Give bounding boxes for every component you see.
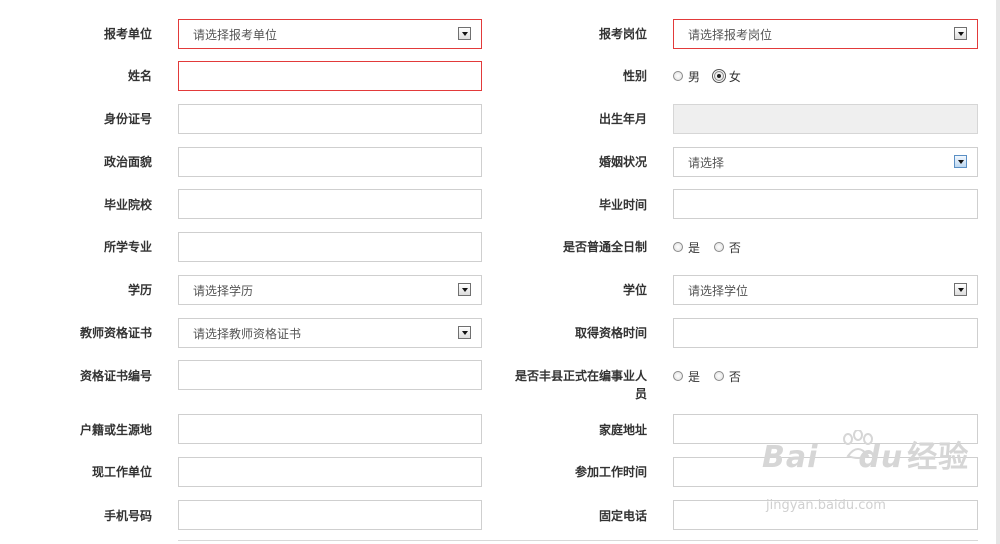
watermark-cn: 经验	[907, 440, 970, 475]
staff-yes-radio[interactable]	[673, 370, 683, 381]
id-number-label: 身份证号	[103, 112, 152, 126]
unit-select-value: 请选择报考单位	[193, 28, 278, 42]
position-label: 报考岗位	[598, 27, 647, 41]
gender-female-label: 女	[728, 69, 741, 84]
address-label: 家庭地址	[598, 423, 647, 437]
mobile-label: 手机号码	[103, 509, 152, 523]
name-label: 姓名	[127, 69, 152, 83]
fulltime-yes-label: 是	[688, 240, 701, 255]
gender-male-radio[interactable]	[673, 70, 683, 81]
grad-time-label: 毕业时间	[598, 198, 647, 212]
unit-label: 报考单位	[103, 27, 152, 41]
baidu-watermark: Bai du 经验 jingyan.baidu.com	[762, 430, 970, 513]
staff-label: 是否丰县正式在编事业人 员	[497, 367, 647, 403]
political-input[interactable]	[178, 147, 482, 177]
staff-label-line2: 员	[634, 387, 647, 401]
mobile-input[interactable]	[178, 500, 482, 530]
workplace-input[interactable]	[178, 457, 482, 487]
hukou-label: 户籍或生源地	[79, 423, 152, 437]
teacher-cert-select-value: 请选择教师资格证书	[193, 327, 302, 341]
chevron-down-icon[interactable]	[954, 155, 967, 168]
marital-select-value: 请选择	[688, 156, 725, 170]
birth-input	[673, 104, 978, 134]
staff-no-radio[interactable]	[713, 370, 724, 381]
chevron-down-icon[interactable]	[954, 27, 967, 40]
education-label: 学历	[127, 283, 152, 297]
position-select[interactable]: 请选择报考岗位	[673, 19, 978, 49]
gender-male-label: 男	[688, 69, 701, 84]
position-select-value: 请选择报考岗位	[688, 28, 773, 42]
chevron-down-icon[interactable]	[458, 326, 471, 339]
unit-select[interactable]: 请选择报考单位	[178, 19, 482, 49]
work-time-label: 参加工作时间	[574, 465, 647, 479]
political-label: 政治面貌	[103, 155, 152, 169]
phone-label: 固定电话	[598, 509, 647, 523]
name-input[interactable]	[178, 61, 482, 91]
scrollbar[interactable]	[996, 0, 1000, 544]
staff-label-line1: 是否丰县正式在编事业人	[514, 369, 647, 383]
staff-radio-group: 是 否	[673, 367, 751, 385]
birth-label: 出生年月	[598, 112, 647, 126]
cert-time-label: 取得资格时间	[574, 326, 647, 340]
fulltime-radio-group: 是 否	[673, 238, 751, 256]
id-number-input[interactable]	[178, 104, 482, 134]
staff-no-label: 否	[728, 369, 741, 384]
gender-radio-group: 男 女	[673, 67, 751, 85]
fulltime-yes-radio[interactable]	[673, 241, 683, 252]
grad-time-input[interactable]	[673, 189, 978, 219]
major-input[interactable]	[178, 232, 482, 262]
cert-no-label: 资格证书编号	[79, 369, 152, 383]
cert-time-input[interactable]	[673, 318, 978, 348]
degree-select-value: 请选择学位	[688, 284, 749, 298]
marital-label: 婚姻状况	[598, 155, 647, 169]
watermark-bai: Bai	[762, 440, 819, 475]
divider	[178, 540, 978, 541]
major-label: 所学专业	[103, 240, 152, 254]
degree-label: 学位	[622, 283, 647, 297]
hukou-input[interactable]	[178, 414, 482, 444]
workplace-label: 现工作单位	[91, 465, 152, 479]
paw-icon	[843, 430, 873, 459]
gender-label: 性别	[622, 69, 647, 83]
watermark-url: jingyan.baidu.com	[766, 498, 886, 513]
cert-no-input[interactable]	[178, 360, 482, 390]
teacher-cert-label: 教师资格证书	[79, 326, 152, 340]
staff-yes-label: 是	[688, 369, 701, 384]
fulltime-no-radio[interactable]	[713, 241, 724, 252]
fulltime-no-label: 否	[728, 240, 741, 255]
school-label: 毕业院校	[103, 198, 152, 212]
fulltime-label: 是否普通全日制	[562, 240, 647, 254]
degree-select[interactable]: 请选择学位	[673, 275, 978, 305]
marital-select[interactable]: 请选择	[673, 147, 978, 177]
chevron-down-icon[interactable]	[954, 283, 967, 296]
school-input[interactable]	[178, 189, 482, 219]
gender-female-radio[interactable]	[711, 68, 726, 83]
education-select[interactable]: 请选择学历	[178, 275, 482, 305]
chevron-down-icon[interactable]	[458, 283, 471, 296]
chevron-down-icon[interactable]	[458, 27, 471, 40]
education-select-value: 请选择学历	[193, 284, 254, 298]
teacher-cert-select[interactable]: 请选择教师资格证书	[178, 318, 482, 348]
